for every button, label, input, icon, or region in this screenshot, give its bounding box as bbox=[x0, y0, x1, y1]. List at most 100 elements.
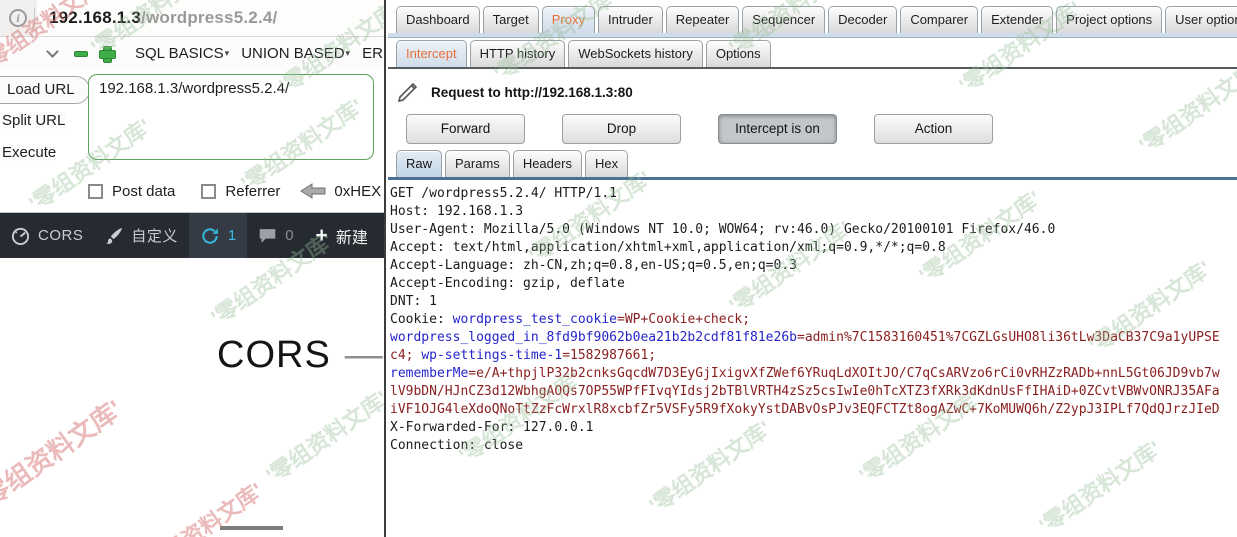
main-tab-dashboard[interactable]: Dashboard bbox=[396, 6, 480, 33]
browser-panel: i 192.168.1.3/wordpress5.2.4/ SQL BASICS… bbox=[0, 0, 386, 537]
main-tab-user-options[interactable]: User options bbox=[1165, 6, 1237, 33]
sub-tab-options[interactable]: Options bbox=[706, 40, 771, 67]
request-line: GET /wordpress5.2.4/ HTTP/1.1 bbox=[390, 185, 1237, 203]
message-view-tabs: RawParamsHeadersHex bbox=[388, 148, 1237, 177]
request-segment: wordpress_logged_in_8fd9bf9062b0ea21b2b2… bbox=[390, 330, 797, 345]
new-toolbar-item[interactable]: + 新建 bbox=[305, 213, 379, 258]
chevron-down-icon: ▾ bbox=[346, 48, 351, 58]
brush-icon bbox=[105, 227, 123, 245]
post-data-checkbox[interactable] bbox=[88, 184, 103, 199]
main-tab-intruder[interactable]: Intruder bbox=[598, 6, 663, 33]
referrer-checkbox[interactable] bbox=[201, 184, 216, 199]
sub-tab-websockets-history[interactable]: WebSockets history bbox=[568, 40, 703, 67]
hackbar-toolbar: SQL BASICS▾ UNION BASED▾ ERROR▾ bbox=[0, 37, 384, 70]
load-url-button[interactable]: Load URL bbox=[0, 76, 90, 104]
request-line: User-Agent: Mozilla/5.0 (Windows NT 10.0… bbox=[390, 221, 1237, 239]
request-line: Connection: close bbox=[390, 437, 1237, 455]
execute-button[interactable]: Execute bbox=[2, 144, 56, 161]
page-title: CORS—又 bbox=[217, 312, 386, 381]
plus-icon: + bbox=[316, 225, 328, 246]
request-segment: DNT: 1 bbox=[390, 294, 437, 309]
request-line: rememberMe=e/A+thpjlP32b2cnksGqcdW7D3EyG… bbox=[390, 365, 1237, 383]
hackbar-options-row: Post data Referrer 0xHEX bbox=[88, 179, 384, 203]
request-line: wordpress_logged_in_8fd9bf9062b0ea21b2b2… bbox=[390, 329, 1237, 347]
drop-button[interactable]: Drop bbox=[562, 114, 681, 144]
page-title-dash: — bbox=[345, 334, 383, 376]
main-tab-sequencer[interactable]: Sequencer bbox=[742, 6, 825, 33]
request-segment: Connection: close bbox=[390, 438, 523, 453]
address-bar-input[interactable]: 192.168.1.3/wordpress5.2.4/ bbox=[37, 0, 384, 36]
refresh-icon bbox=[200, 226, 220, 246]
view-tab-raw[interactable]: Raw bbox=[396, 150, 442, 177]
comment-count: 0 bbox=[285, 227, 293, 244]
sub-tab-underline bbox=[388, 67, 1237, 69]
arrow-left-icon bbox=[300, 183, 326, 199]
chevron-down-icon: ▾ bbox=[225, 48, 230, 58]
view-tab-params[interactable]: Params bbox=[445, 150, 510, 177]
hackbar-menu-union-based[interactable]: UNION BASED▾ bbox=[241, 45, 350, 62]
comments-toolbar-item[interactable]: 0 bbox=[247, 213, 304, 258]
action-button[interactable]: Action bbox=[874, 114, 993, 144]
proxy-sub-tabs: InterceptHTTP historyWebSockets historyO… bbox=[388, 38, 1237, 67]
request-editor[interactable]: GET /wordpress5.2.4/ HTTP/1.1Host: 192.1… bbox=[388, 180, 1237, 455]
split-url-button[interactable]: Split URL bbox=[2, 112, 65, 129]
intercept-is-on-button[interactable]: Intercept is on bbox=[718, 114, 837, 144]
request-line: c4; wp-settings-time-1=1582987661; bbox=[390, 347, 1237, 365]
sub-tab-http-history[interactable]: HTTP history bbox=[470, 40, 566, 67]
request-line: Accept-Encoding: gzip, deflate bbox=[390, 275, 1237, 293]
main-tab-project-options[interactable]: Project options bbox=[1056, 6, 1162, 33]
request-line: iVF1OJG4leXdoQNoTtZzFcWrxlR8xcbfZr5VSFy5… bbox=[390, 401, 1237, 419]
request-segment: c4; bbox=[390, 348, 421, 363]
refresh-toolbar-item[interactable]: 1 bbox=[189, 213, 247, 258]
request-segment: iVF1OJG4leXdoQNoTtZzFcWrxlR8xcbfZr5VSFy5… bbox=[390, 402, 1220, 417]
request-segment: wp-settings-time-1 bbox=[421, 348, 562, 363]
referrer-label: Referrer bbox=[225, 183, 280, 200]
hackbar-menu-sql-basics[interactable]: SQL BASICS▾ bbox=[135, 45, 229, 62]
site-info-icon[interactable]: i bbox=[9, 9, 27, 27]
cors-label: CORS bbox=[38, 227, 83, 244]
request-line: Accept-Language: zh-CN,zh;q=0.8,en-US;q=… bbox=[390, 257, 1237, 275]
view-tab-hex[interactable]: Hex bbox=[585, 150, 628, 177]
hackbar-menus: SQL BASICS▾ UNION BASED▾ ERROR▾ bbox=[123, 45, 386, 62]
hex-menu-label[interactable]: 0xHEX bbox=[334, 183, 381, 200]
request-segment: X-Forwarded-For: 127.0.0.1 bbox=[390, 420, 594, 435]
request-line: lV9bDN/HJnCZ3d12WbhgAOQs7OP55WPfFIvqYIds… bbox=[390, 383, 1237, 401]
burp-panel: DashboardTargetProxyIntruderRepeaterSequ… bbox=[388, 0, 1237, 537]
custom-toolbar-item[interactable]: 自定义 bbox=[94, 213, 189, 258]
url-host: 192.168.1.3 bbox=[49, 8, 141, 28]
main-tab-proxy[interactable]: Proxy bbox=[542, 6, 595, 33]
custom-label: 自定义 bbox=[131, 225, 178, 246]
request-segment: Accept-Language: zh-CN,zh;q=0.8,en-US;q=… bbox=[390, 258, 797, 273]
request-segment: Accept-Encoding: gzip, deflate bbox=[390, 276, 625, 291]
request-segment: GET /wordpress5.2.4/ HTTP/1.1 bbox=[390, 186, 617, 201]
main-tab-comparer[interactable]: Comparer bbox=[900, 6, 978, 33]
page-title-cors: CORS bbox=[217, 334, 331, 376]
url-separator bbox=[34, 7, 35, 29]
request-segment: User-Agent: Mozilla/5.0 (Windows NT 10.0… bbox=[390, 222, 1055, 237]
main-tab-repeater[interactable]: Repeater bbox=[666, 6, 739, 33]
hackbar-menu-error[interactable]: ERROR▾ bbox=[362, 45, 386, 62]
intercept-action-buttons: Forward Drop Intercept is on Action bbox=[406, 114, 1237, 144]
request-segment: =admin%7C1583160451%7CGZLGsUHO8li36tLw3D… bbox=[797, 330, 1220, 345]
browser-url-bar: i 192.168.1.3/wordpress5.2.4/ bbox=[0, 0, 384, 37]
request-segment: wordpress_test_cookie bbox=[453, 312, 617, 327]
watermark: '零组资料文库' bbox=[0, 390, 129, 517]
request-line: Cookie: wordpress_test_cookie=WP+Cookie+… bbox=[390, 311, 1237, 329]
new-label: 新建 bbox=[336, 224, 368, 248]
hackbar-url-textarea[interactable]: 192.168.1.3/wordpress5.2.4/ bbox=[88, 74, 374, 160]
minus-icon[interactable] bbox=[74, 51, 88, 57]
main-tab-decoder[interactable]: Decoder bbox=[828, 6, 897, 33]
sub-tab-intercept[interactable]: Intercept bbox=[396, 40, 467, 67]
request-segment: =1582987661; bbox=[562, 348, 656, 363]
main-tab-target[interactable]: Target bbox=[483, 6, 539, 33]
request-line: X-Forwarded-For: 127.0.0.1 bbox=[390, 419, 1237, 437]
main-tab-extender[interactable]: Extender bbox=[981, 6, 1053, 33]
cors-toolbar-item[interactable]: CORS bbox=[0, 213, 94, 258]
request-segment: =e/A+thpjlP32b2cnksGqcdW7D3EyGjIxigvXfZW… bbox=[468, 366, 1219, 381]
chevron-down-icon[interactable] bbox=[46, 45, 59, 58]
forward-button[interactable]: Forward bbox=[406, 114, 525, 144]
gauge-icon bbox=[11, 226, 30, 245]
view-tab-headers[interactable]: Headers bbox=[513, 150, 582, 177]
url-path: /wordpress5.2.4/ bbox=[141, 8, 277, 28]
plus-icon[interactable] bbox=[99, 46, 114, 61]
